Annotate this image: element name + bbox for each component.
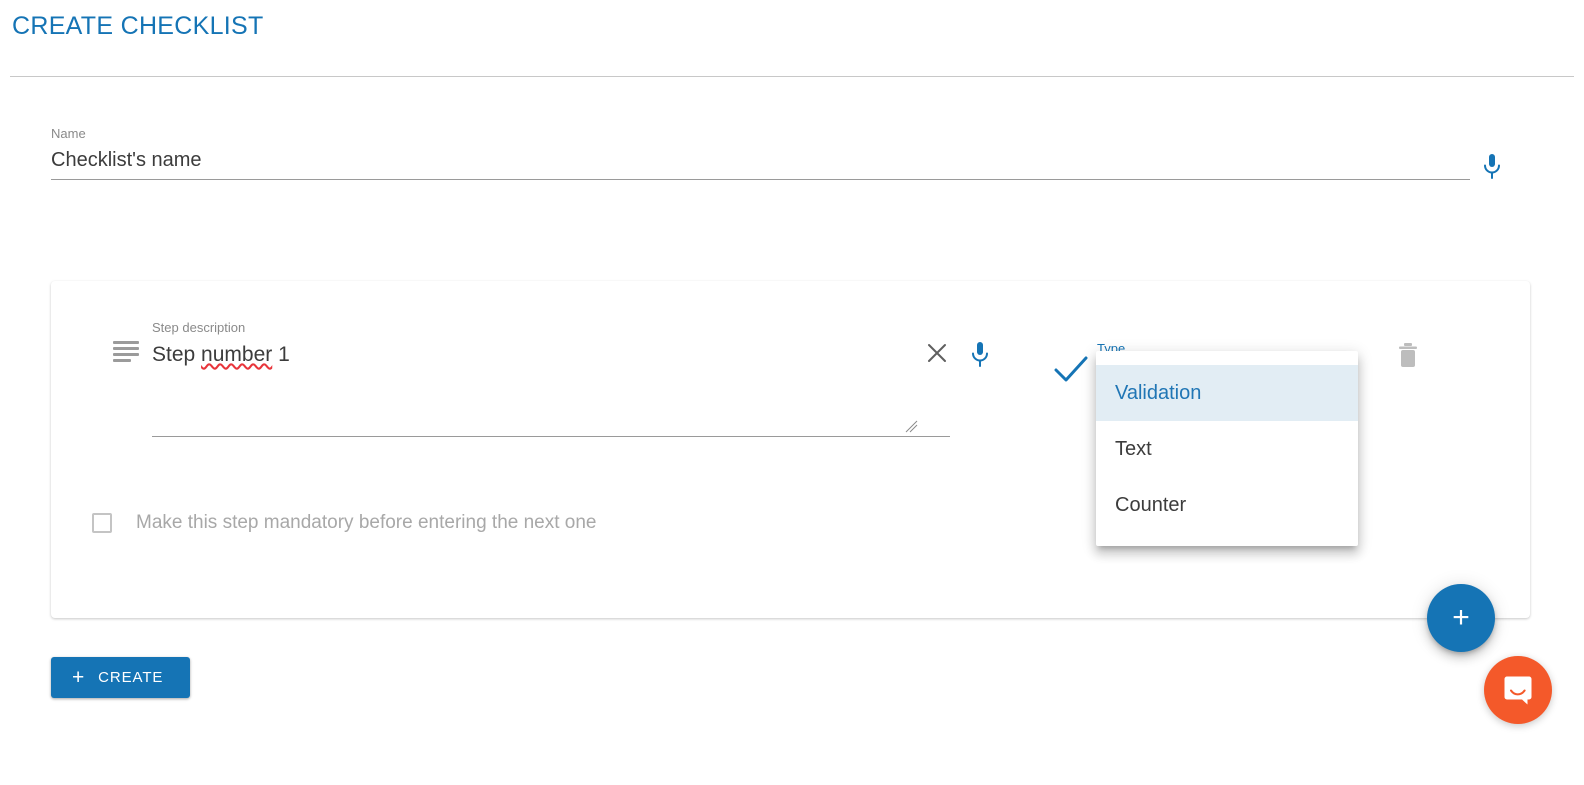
microphone-icon[interactable]	[970, 341, 990, 369]
create-button[interactable]: + CREATE	[51, 657, 190, 698]
plus-icon: +	[1452, 601, 1470, 634]
header-divider	[10, 76, 1574, 77]
step-description-text-before: Step	[152, 343, 202, 366]
chat-launcher-button[interactable]	[1484, 656, 1552, 724]
step-description-underline	[152, 436, 950, 437]
type-select-dropdown[interactable]: Validation Text Counter	[1096, 351, 1358, 546]
checklist-name-underline	[51, 179, 1470, 180]
check-icon[interactable]	[1054, 356, 1088, 384]
checklist-name-label: Name	[51, 126, 86, 141]
close-icon[interactable]	[925, 341, 949, 365]
textarea-resize-handle[interactable]	[903, 418, 919, 434]
step-description-misspelled-word: number	[201, 343, 273, 366]
step-description-text-after: 1	[272, 343, 290, 366]
page-title: CREATE CHECKLIST	[12, 12, 264, 40]
create-button-label: CREATE	[98, 669, 164, 686]
step-description-input[interactable]: Step number 1	[152, 336, 950, 370]
checklist-name-input[interactable]: Checklist's name	[51, 142, 1470, 175]
mandatory-checkbox[interactable]	[92, 513, 112, 533]
drag-handle-icon[interactable]	[113, 341, 139, 363]
microphone-icon[interactable]	[1482, 153, 1502, 181]
chat-bubble-icon	[1501, 672, 1535, 709]
step-description-label: Step description	[152, 320, 246, 335]
trash-icon[interactable]	[1396, 342, 1420, 370]
mandatory-checkbox-label: Make this step mandatory before entering…	[136, 512, 597, 533]
create-checklist-page: CREATE CHECKLIST Name Checklist's name S…	[0, 0, 1584, 785]
type-option-text[interactable]: Text	[1096, 421, 1358, 477]
mandatory-checkbox-row[interactable]: Make this step mandatory before entering…	[92, 512, 597, 534]
add-step-fab[interactable]: +	[1427, 584, 1495, 652]
type-option-validation[interactable]: Validation	[1096, 365, 1358, 421]
checklist-name-field[interactable]: Name Checklist's name	[51, 126, 1470, 180]
step-description-field[interactable]: Step description Step number 1	[152, 320, 950, 370]
type-option-counter[interactable]: Counter	[1096, 477, 1358, 533]
